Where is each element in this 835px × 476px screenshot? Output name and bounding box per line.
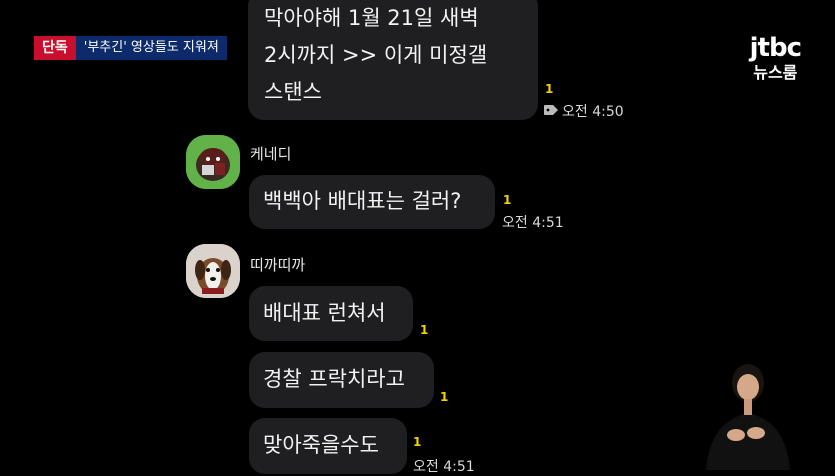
message-text-line: 맞아죽을수도 [263,433,379,457]
avatar[interactable] [186,135,240,189]
unread-count: 1 [545,82,554,96]
message-text-line: 2시까지 >> 이게 미정갤 [264,43,488,67]
message-time: 오전 4:51 [502,215,564,231]
message-text-line: 배대표 런쳐서 [263,301,386,325]
avatar-image [186,135,240,189]
unread-count: 1 [440,390,449,404]
avatar[interactable] [186,244,240,298]
message-text-line: 백백아 배대표는 걸러? [263,189,462,213]
message-bubble: 맞아죽을수도 [249,418,407,474]
sender-name: 케네디 [250,145,292,163]
logo-program: 뉴스룸 [753,63,798,82]
message-bubble: 경찰 프락치라고 [249,352,434,408]
message-bubble: 백백아 배대표는 걸러? [249,175,495,229]
sign-language-interpreter [700,355,796,470]
logo-wordmark: jtbc [749,33,802,63]
unread-count: 1 [503,193,512,207]
headline-caption: '부추긴' 영상들도 지워져 [75,36,227,60]
jtbc-newsroom-logo: jtbc 뉴스룸 [749,33,802,84]
message-bubble: 배대표 런쳐서 [249,286,413,341]
sender-name: 띠까띠까 [250,256,306,274]
message-time: 오전 4:50 [562,104,624,120]
message-bubble: 막아야해 1월 21일 새벽 2시까지 >> 이게 미정갤 스탠스 [248,0,538,120]
exclusive-badge: 단독 [34,36,76,60]
message-text-line: 경찰 프락치라고 [263,367,405,391]
message-text-line: 스탠스 [264,80,322,104]
unread-count: 1 [420,323,429,337]
message-text-line: 막아야해 1월 21일 새벽 [264,6,479,30]
message-time: 오전 4:51 [413,459,475,475]
news-ticker-tag: 단독 '부추긴' 영상들도 지워져 [34,36,227,60]
tag-icon [544,103,558,119]
message-timestamp-row: 오전 4:50 [544,101,624,121]
avatar-image [186,244,240,298]
unread-count: 1 [413,435,422,449]
